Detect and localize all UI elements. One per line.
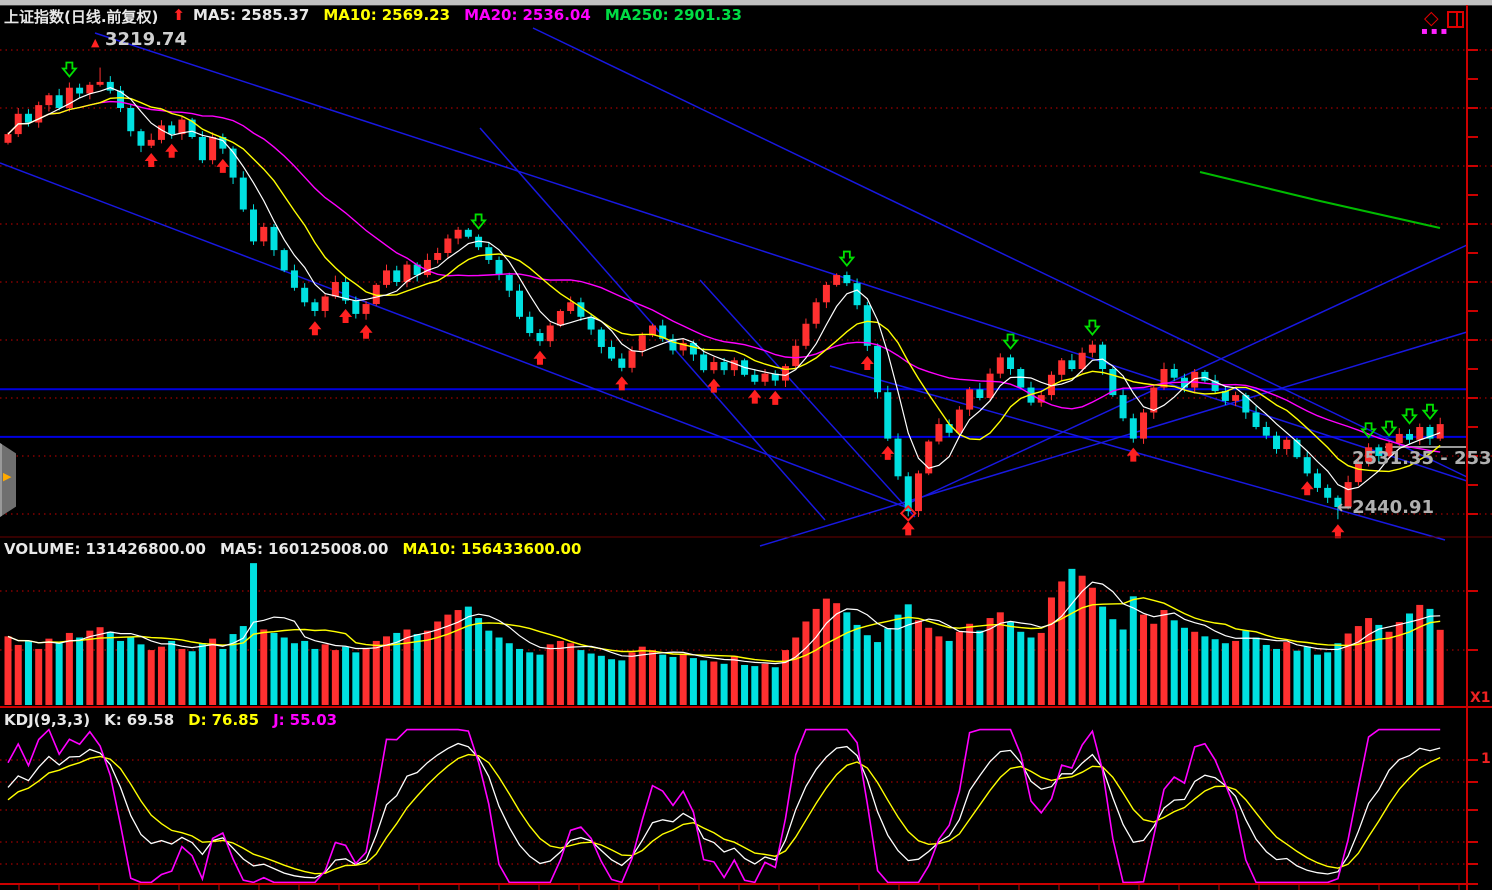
volume-pane-bars bbox=[5, 563, 1444, 705]
volume-ma5-readout: MA5:160125008.00 bbox=[220, 540, 389, 558]
expand-arrow-icon: ▶ bbox=[3, 470, 11, 483]
ma10-readout: MA10:2569.23 bbox=[323, 6, 450, 27]
kdj-scale-label: 1 bbox=[1481, 751, 1491, 767]
kdj-d-readout: D:76.85 bbox=[188, 711, 259, 729]
volume-pane-header: VOLUME:131426800.00 MA5:160125008.00 MA1… bbox=[4, 540, 581, 558]
low-price-label: ←2440.91 bbox=[1337, 497, 1434, 518]
ma20-readout: MA20:2536.04 bbox=[464, 6, 591, 27]
trading-app-window: 上证指数(日线.前复权) ⬆ MA5:2585.37 MA10:2569.23 … bbox=[0, 0, 1492, 890]
kdj-indicator-name: KDJ(9,3,3) bbox=[4, 711, 90, 729]
peak-price-label: 3219.74 bbox=[105, 29, 187, 50]
drawn-lines bbox=[0, 28, 1467, 546]
kdj-pane-header: KDJ(9,3,3) K:69.58 D:76.85 J:55.03 bbox=[4, 711, 337, 729]
peak-marker-icon: ▲ bbox=[91, 36, 99, 49]
chart-canvas[interactable] bbox=[0, 0, 1492, 890]
instrument-title: 上证指数(日线.前复权) bbox=[4, 6, 158, 27]
kdj-pane-lines bbox=[8, 730, 1440, 883]
volume-scale-label: X1 bbox=[1470, 690, 1491, 706]
price-range-label: 2531.35 - 253 bbox=[1352, 448, 1492, 469]
signal-markers bbox=[63, 62, 1437, 538]
main-chart-header: 上证指数(日线.前复权) ⬆ MA5:2585.37 MA10:2569.23 … bbox=[4, 6, 742, 27]
volume-readout: VOLUME:131426800.00 bbox=[4, 540, 206, 558]
kdj-k-readout: K:69.58 bbox=[104, 711, 174, 729]
volume-ma10-readout: MA10:156433600.00 bbox=[403, 540, 582, 558]
trend-up-arrow-icon: ⬆ bbox=[172, 6, 185, 27]
expand-panel-tab[interactable]: ▶ bbox=[0, 443, 16, 517]
more-options-dots-icon[interactable]: ▪▪▪ bbox=[1421, 26, 1450, 37]
ma5-readout: MA5:2585.37 bbox=[193, 6, 309, 27]
price-pane-candles bbox=[5, 68, 1444, 520]
kdj-j-readout: J:55.03 bbox=[273, 711, 337, 729]
ma250-readout: MA250:2901.33 bbox=[605, 6, 742, 27]
